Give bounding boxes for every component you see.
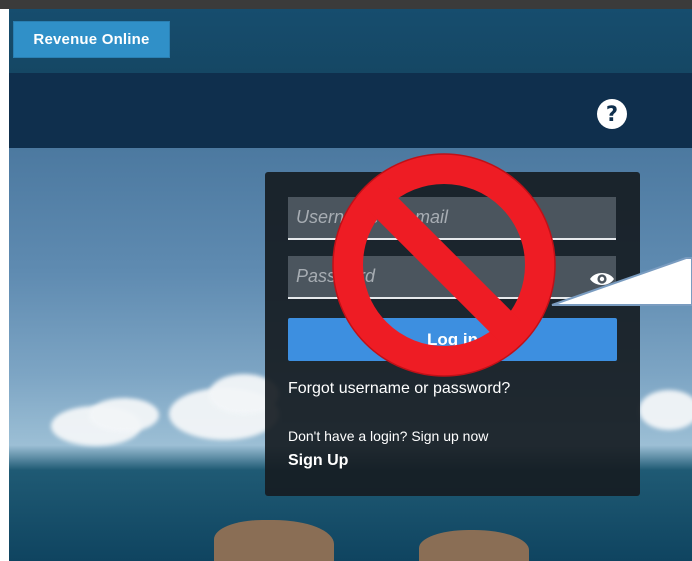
rock	[214, 520, 334, 561]
rock	[419, 530, 529, 561]
eye-icon[interactable]	[589, 269, 615, 289]
username-input[interactable]	[288, 197, 616, 240]
forgot-credentials-link[interactable]: Forgot username or password?	[288, 380, 510, 398]
signup-prompt: Don't have a login? Sign up now	[288, 428, 489, 444]
cloud	[89, 398, 159, 432]
app-header: Revenue Online	[9, 9, 692, 73]
login-panel: Log in Forgot username or password? Don'…	[265, 172, 640, 496]
signup-link[interactable]: Sign Up	[288, 452, 348, 470]
password-input[interactable]	[288, 256, 616, 299]
window-top-strip	[0, 0, 692, 9]
login-button[interactable]: Log in	[288, 318, 617, 361]
cloud	[639, 390, 692, 430]
nav-bar: ?	[9, 73, 692, 148]
revenue-online-button[interactable]: Revenue Online	[13, 21, 170, 58]
help-icon[interactable]: ?	[597, 99, 627, 129]
